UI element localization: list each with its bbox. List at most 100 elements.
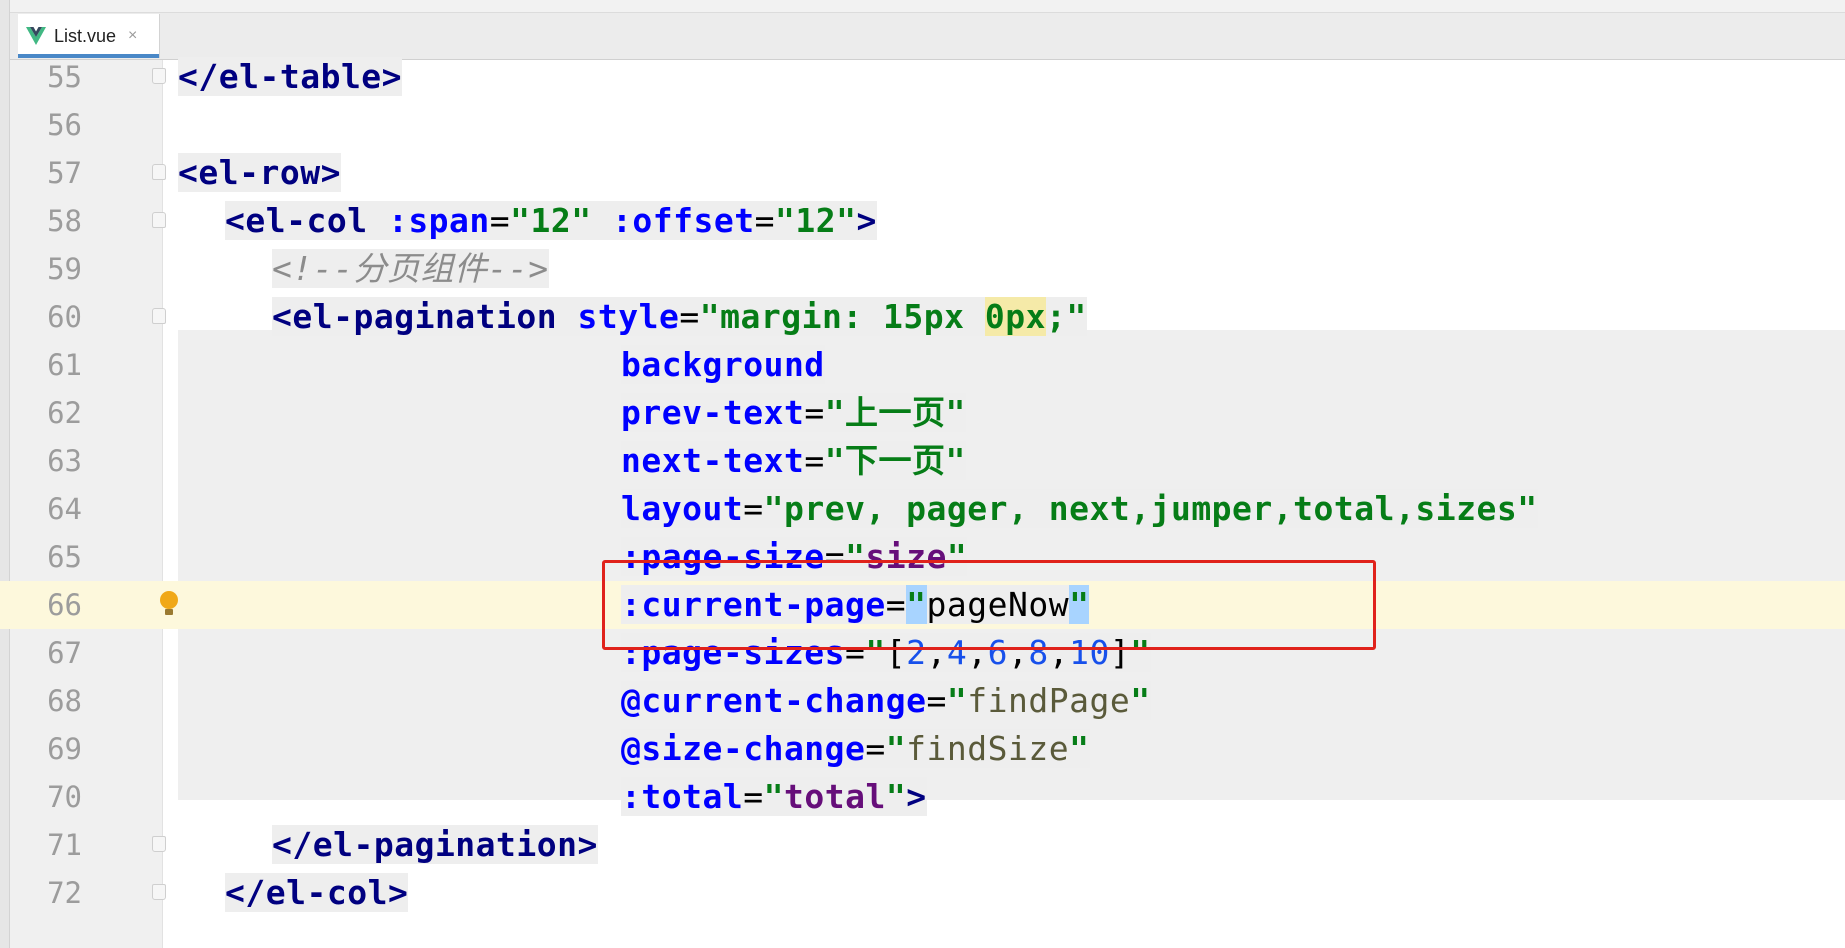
code-token: <!--分页组件--> [272, 249, 549, 288]
code-token: total [783, 777, 886, 816]
breadcrumb-bar [0, 0, 1845, 13]
line-number[interactable]: 70 [10, 773, 82, 821]
code-token: </el-table> [178, 57, 403, 96]
code-token: > [856, 201, 877, 240]
code-line[interactable]: 69 @size-change="findSize" [0, 725, 1845, 773]
line-number[interactable]: 72 [10, 869, 82, 917]
code-token: prev-text [621, 393, 805, 432]
code-line[interactable]: 62 prev-text="上一页" [0, 389, 1845, 437]
code-token: "12" [774, 201, 857, 240]
tab-list-vue[interactable]: List.vue × [18, 14, 160, 58]
line-number[interactable]: 67 [10, 629, 82, 677]
code-token: = [743, 777, 764, 816]
intention-bulb-icon[interactable] [160, 591, 178, 615]
line-number[interactable]: 71 [10, 821, 82, 869]
code-token: " [763, 777, 784, 816]
line-number[interactable]: 58 [10, 197, 82, 245]
code-token: = [926, 681, 947, 720]
code-token: layout [621, 489, 744, 528]
fold-marker-icon[interactable] [152, 212, 166, 228]
line-number[interactable]: 62 [10, 389, 82, 437]
code-text[interactable]: </el-col> [225, 869, 409, 917]
code-token: <el-row> [178, 153, 341, 192]
fold-marker-icon[interactable] [152, 884, 166, 900]
annotation-box [602, 560, 1376, 650]
close-icon[interactable]: × [128, 27, 137, 45]
code-text[interactable]: @size-change="findSize" [621, 725, 1090, 773]
code-text[interactable]: <el-pagination style="margin: 15px 0px;" [272, 293, 1087, 341]
code-line[interactable]: 68 @current-change="findPage" [0, 677, 1845, 725]
code-token: = [754, 201, 775, 240]
tab-filename: List.vue [54, 25, 117, 46]
code-text[interactable]: </el-pagination> [272, 821, 598, 869]
code-line[interactable]: 55 </el-table> [0, 53, 1845, 101]
code-token: " [1069, 729, 1090, 768]
code-token: background [621, 345, 825, 384]
code-token: = [743, 489, 764, 528]
code-token: = [679, 297, 700, 336]
code-token: = [865, 729, 886, 768]
code-token: :offset [591, 201, 755, 240]
code-token: :total [621, 777, 744, 816]
fold-marker-icon[interactable] [152, 836, 166, 852]
code-token: = [804, 441, 825, 480]
code-line[interactable]: 70:total="total"> [0, 773, 1845, 821]
code-line[interactable]: 58 <el-col :span="12" :offset="12"> [0, 197, 1845, 245]
code-line[interactable]: 71 </el-pagination> [0, 821, 1845, 869]
code-text[interactable]: prev-text="上一页" [621, 389, 966, 437]
code-line[interactable]: 72 </el-col> [0, 869, 1845, 917]
line-number[interactable]: 60 [10, 293, 82, 341]
code-token: "margin: 15px [699, 297, 985, 336]
code-token: "下一页" [824, 441, 966, 480]
code-text[interactable]: next-text="下一页" [621, 437, 966, 485]
code-text[interactable]: @current-change="findPage" [621, 677, 1151, 725]
code-token: = [489, 201, 511, 240]
line-number[interactable]: 66 [10, 581, 82, 629]
line-number[interactable]: 55 [10, 53, 82, 101]
code-token: findPage [967, 681, 1131, 720]
line-number[interactable]: 69 [10, 725, 82, 773]
code-text[interactable]: <el-col :span="12" :offset="12"> [225, 197, 877, 245]
line-number[interactable]: 63 [10, 437, 82, 485]
code-token: ;" [1046, 297, 1087, 336]
code-text[interactable]: <el-row> [178, 149, 341, 197]
code-token: @size-change [621, 729, 866, 768]
code-token: <el-col [225, 201, 368, 240]
code-text[interactable]: :total="total"> [621, 773, 927, 821]
fold-marker-icon[interactable] [152, 68, 166, 84]
code-line[interactable]: 63 next-text="下一页" [0, 437, 1845, 485]
code-token: @current-change [621, 681, 927, 720]
fold-marker-icon[interactable] [152, 308, 166, 324]
code-text[interactable]: layout="prev, pager, next,jumper,total,s… [621, 485, 1538, 533]
code-text[interactable]: </el-table> [178, 53, 403, 101]
code-token: next-text [621, 441, 805, 480]
line-number[interactable]: 57 [10, 149, 82, 197]
code-token: :span [367, 201, 490, 240]
line-number[interactable]: 61 [10, 341, 82, 389]
code-token: <el-pagination [272, 297, 558, 336]
code-text[interactable]: background [621, 341, 825, 389]
code-line[interactable]: 60 <el-pagination style="margin: 15px 0px… [0, 293, 1845, 341]
code-token: style [557, 297, 680, 336]
line-number[interactable]: 59 [10, 245, 82, 293]
code-token: " [885, 729, 907, 768]
line-number[interactable]: 65 [10, 533, 82, 581]
code-token: " [1130, 681, 1151, 720]
code-line[interactable]: 64 layout="prev, pager, next,jumper,total… [0, 485, 1845, 533]
code-text[interactable]: <!--分页组件--> [272, 245, 549, 293]
code-line[interactable]: 57 <el-row> [0, 149, 1845, 197]
code-line[interactable]: 56 [0, 101, 1845, 149]
line-number[interactable]: 56 [10, 101, 82, 149]
code-token: " [885, 777, 907, 816]
code-line[interactable]: 61 background [0, 341, 1845, 389]
code-token: </el-pagination> [272, 825, 598, 864]
code-token: findSize [906, 729, 1070, 768]
line-number[interactable]: 68 [10, 677, 82, 725]
line-number[interactable]: 64 [10, 485, 82, 533]
vue-icon [26, 27, 46, 45]
code-token: 0px [984, 297, 1047, 336]
code-line[interactable]: 59 <!--分页组件--> [0, 245, 1845, 293]
code-token: = [804, 393, 825, 432]
code-token: </el-col> [225, 873, 409, 912]
fold-marker-icon[interactable] [152, 164, 166, 180]
